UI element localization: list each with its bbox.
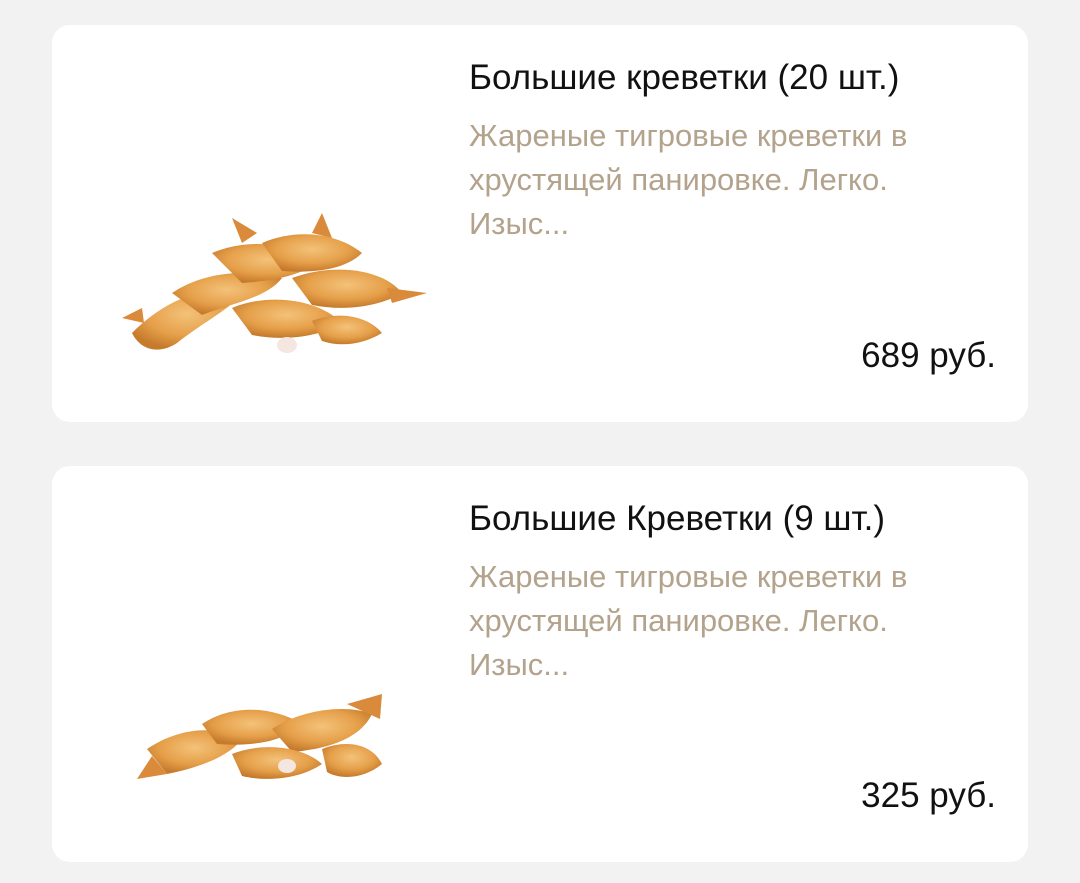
product-image[interactable] [82,494,442,839]
product-title: Большие креветки (20 шт.) [469,58,900,97]
product-title: Большие Креветки (9 шт.) [469,499,886,538]
product-description: Жареные тигровые креветки в хрустящей па… [469,559,908,682]
product-price: 325 руб. [861,776,996,815]
fried-shrimp-image [137,694,382,779]
fried-shrimp-image [122,213,427,353]
product-card[interactable]: Большие Креветки (9 шт.) Жареные тигровы… [52,466,1028,862]
product-image[interactable] [82,53,442,398]
product-price: 689 руб. [861,336,996,375]
product-description: Жареные тигровые креветки в хрустящей па… [469,118,908,241]
product-card[interactable]: Большие креветки (20 шт.) Жареные тигров… [52,25,1028,422]
